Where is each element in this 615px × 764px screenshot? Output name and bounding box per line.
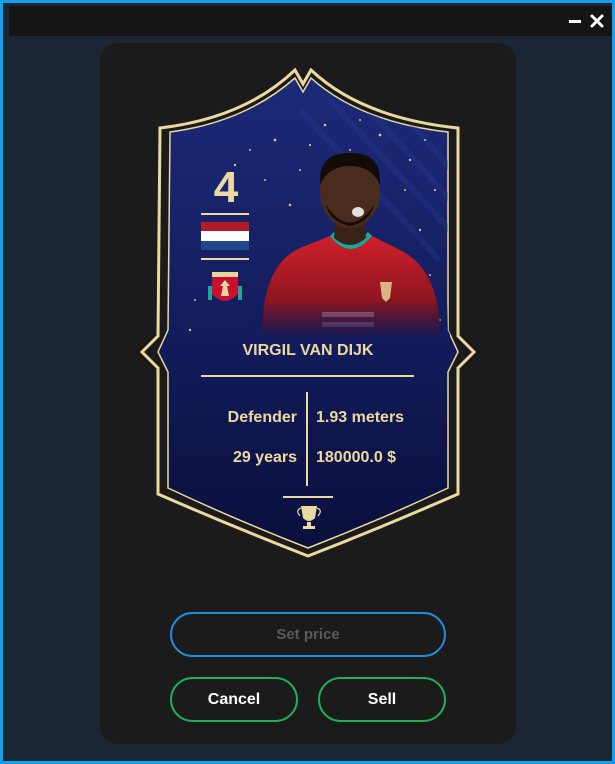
player-height: 1.93 meters	[316, 409, 405, 426]
title-bar	[9, 6, 612, 36]
player-age: 29 years	[232, 449, 297, 466]
player-card	[139, 67, 477, 558]
close-icon[interactable]	[588, 12, 606, 30]
player-position: Defender	[227, 409, 297, 426]
player-rating: 4	[213, 163, 239, 212]
cancel-button[interactable]: Cancel	[170, 677, 298, 722]
player-name: VIRGIL VAN DIJK	[242, 342, 374, 359]
set-price-input[interactable]	[170, 612, 446, 657]
netherlands-flag	[201, 222, 249, 250]
sell-button[interactable]: Sell	[318, 677, 446, 722]
player-value: 180000.0 $	[316, 449, 397, 466]
minimize-icon[interactable]	[566, 12, 584, 30]
